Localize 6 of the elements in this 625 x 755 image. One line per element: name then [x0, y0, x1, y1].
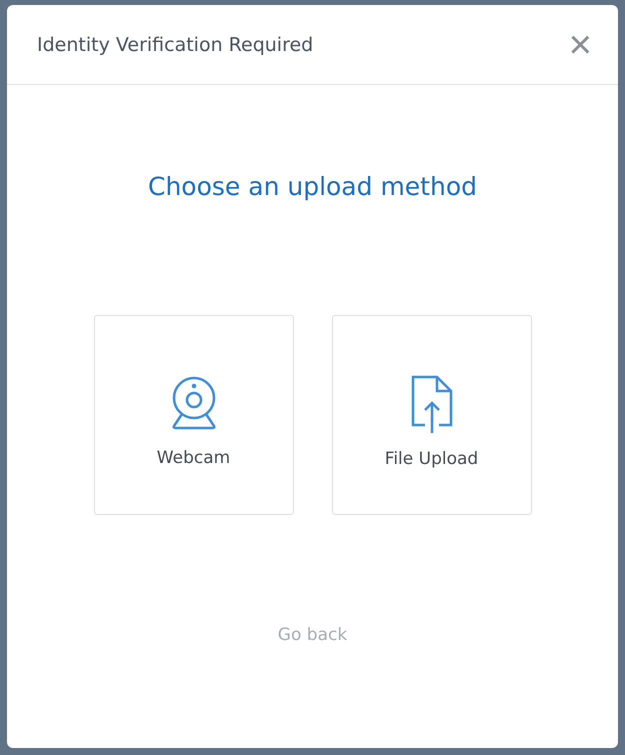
webcam-icon [170, 376, 218, 432]
file-upload-option[interactable]: File Upload [332, 315, 532, 515]
heading: Choose an upload method [148, 172, 477, 201]
dialog-title: Identity Verification Required [37, 34, 314, 56]
file-upload-icon [410, 374, 452, 432]
webcam-option[interactable]: Webcam [94, 315, 294, 515]
